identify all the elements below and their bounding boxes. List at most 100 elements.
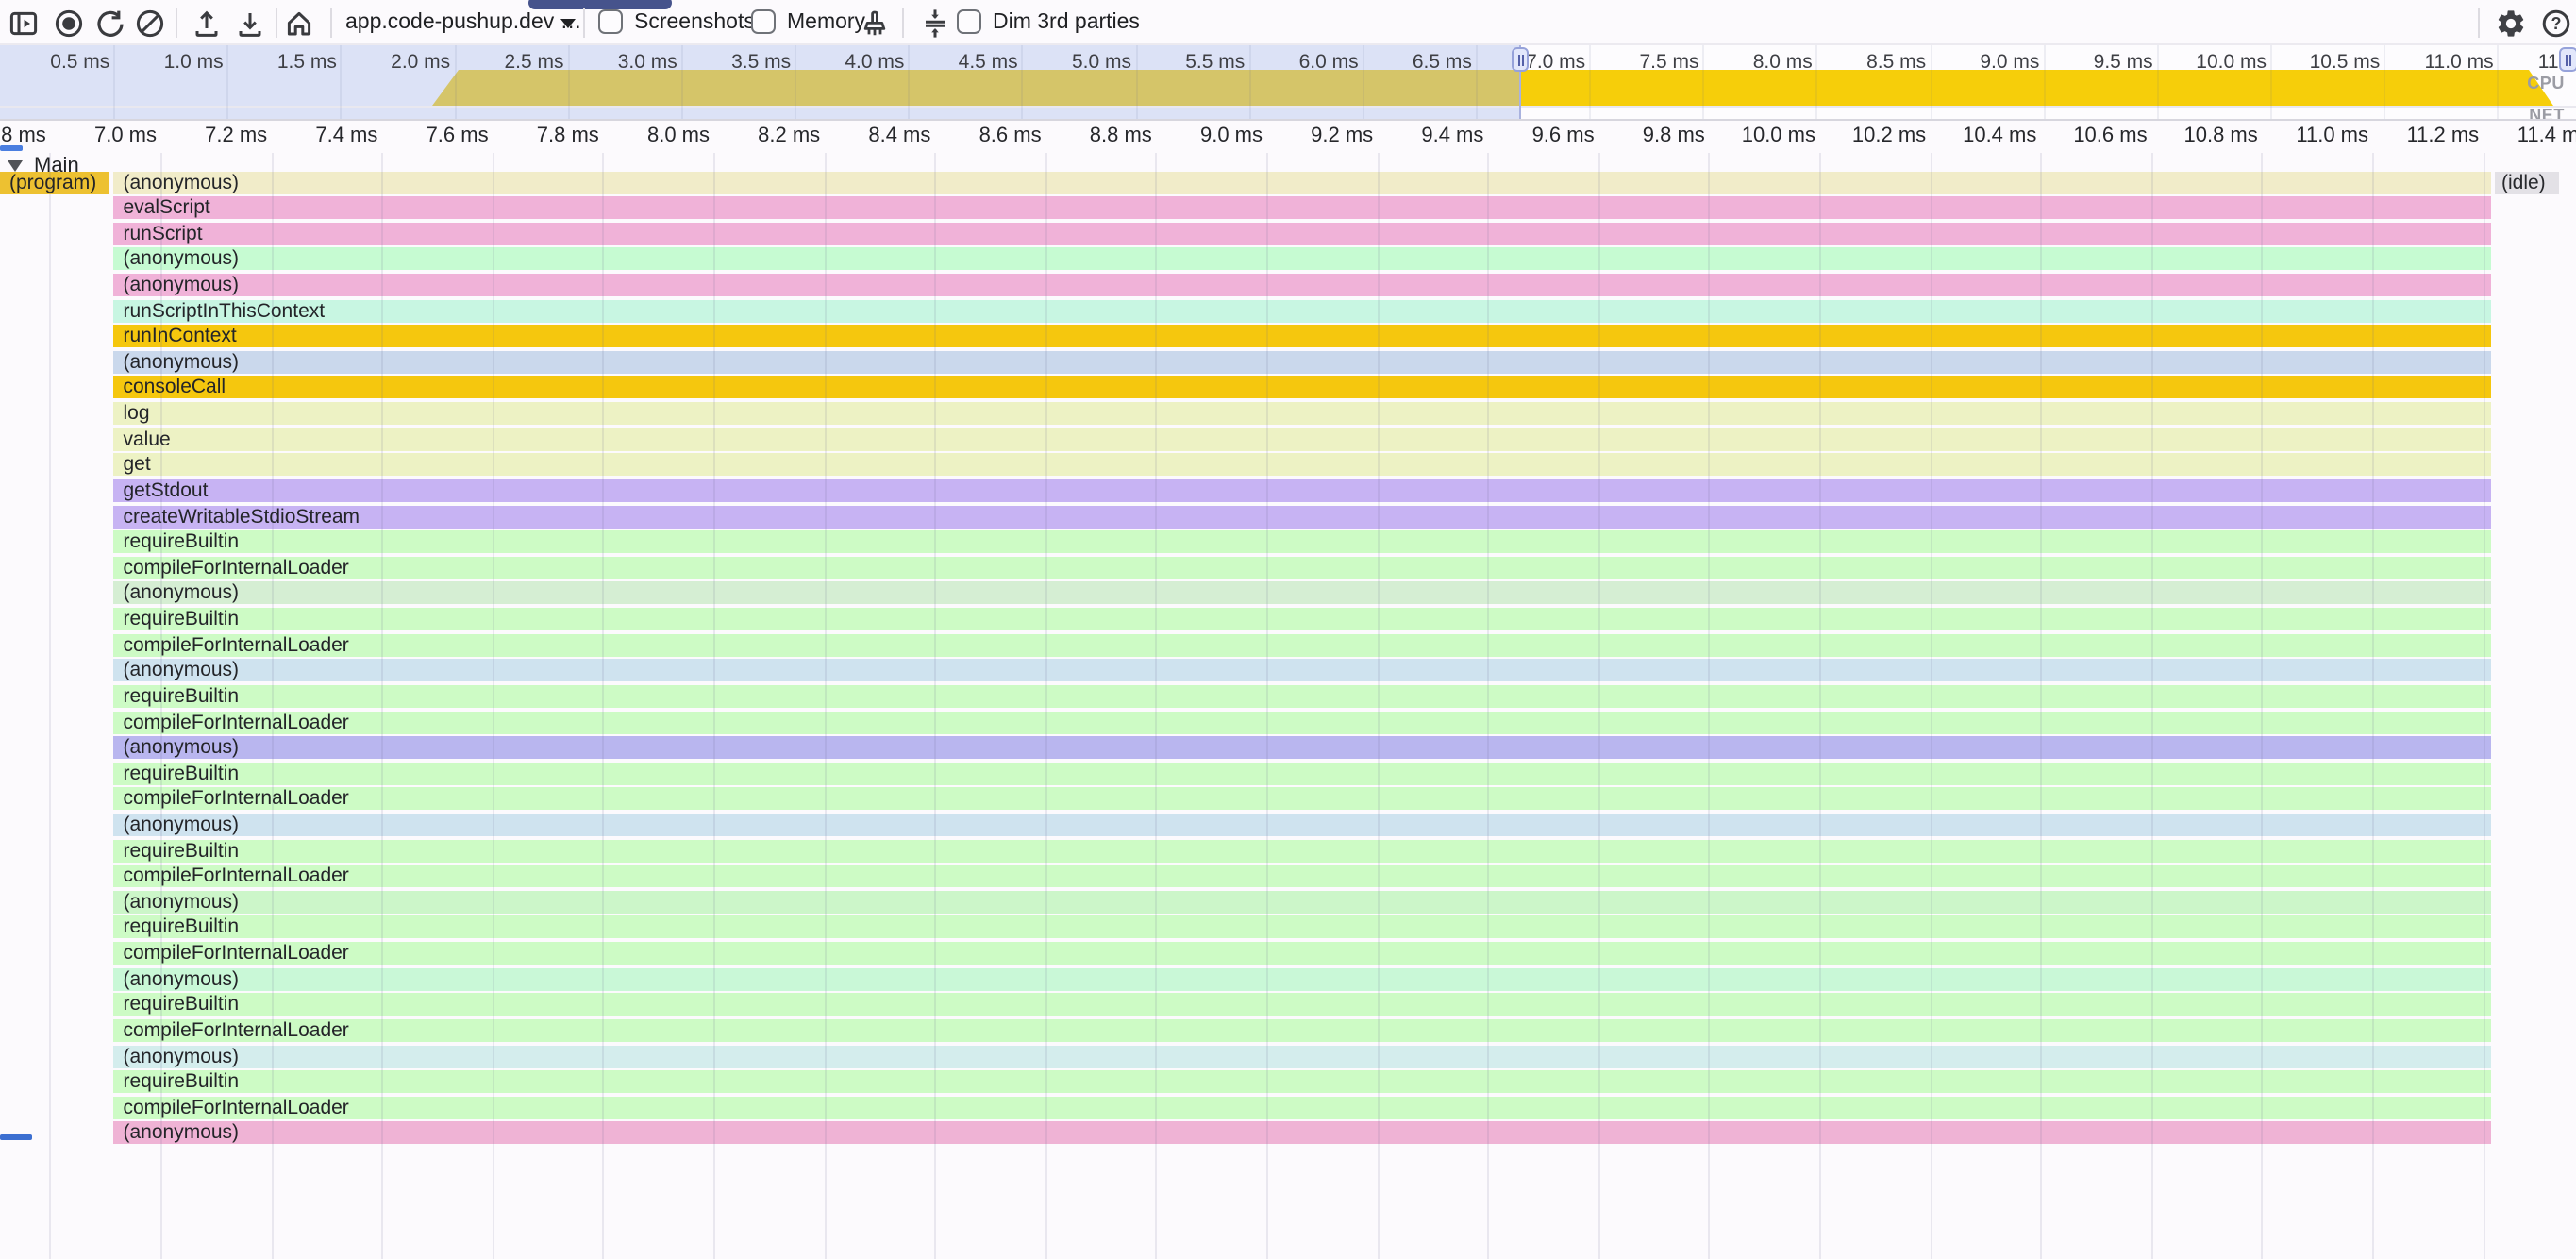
flame-bar-compileforinternalloader[interactable]: compileForInternalLoader [114, 1019, 2492, 1042]
ruler-tick-label: 9.2 ms [1260, 125, 1373, 147]
live-metrics-button[interactable] [281, 6, 315, 40]
screenshots-checkbox-label: Screenshots [634, 11, 755, 34]
ruler-tick-label: 10.8 ms [2145, 125, 2258, 147]
main-flame-chart[interactable]: Main (program)(anonymous)(idle)evalScrip… [0, 153, 2576, 1259]
flame-bar-compileforinternalloader[interactable]: compileForInternalLoader [114, 557, 2492, 579]
screenshots-checkbox[interactable] [598, 9, 623, 34]
flame-bar-requirebuiltin[interactable]: requireBuiltin [114, 608, 2492, 630]
overview-tick-label: 11.0 ms [2381, 51, 2494, 74]
flame-bar-evalscript[interactable]: evalScript [114, 196, 2492, 219]
main-track-header[interactable]: Main [0, 155, 79, 177]
flame-bar-runscriptinthiscontext[interactable]: runScriptInThisContext [114, 299, 2492, 322]
svg-text:?: ? [2551, 13, 2561, 32]
overview-tick-label: 8.0 ms [1699, 51, 1813, 74]
net-track-label: NET [2489, 106, 2565, 121]
flame-bar-requirebuiltin[interactable]: requireBuiltin [114, 530, 2492, 553]
page-selector[interactable]: app.code-pushup.dev … [345, 11, 582, 34]
home-icon [282, 7, 314, 39]
ruler-tick-label: 10.6 ms [2034, 125, 2148, 147]
help-button[interactable]: ? [2538, 6, 2572, 40]
overview-tick-label: 2.5 ms [451, 51, 564, 74]
record-button[interactable] [52, 6, 86, 40]
flame-bar-createwritablestdiostream[interactable]: createWritableStdioStream [114, 505, 2492, 528]
toolbar-divider [175, 8, 176, 38]
ruler-tick-label: 9.0 ms [1149, 125, 1263, 147]
flame-bar-anonymous[interactable]: (anonymous) [114, 171, 2492, 193]
flame-bar-anonymous[interactable]: (anonymous) [114, 1045, 2492, 1067]
flame-bar-getstdout[interactable]: getStdout [114, 479, 2492, 502]
flame-bar-compileforinternalloader[interactable]: compileForInternalLoader [114, 865, 2492, 887]
ruler-tick-label: 9.8 ms [1592, 125, 1705, 147]
flame-bar-idle[interactable]: (idle) [2494, 171, 2558, 193]
collapse-tracks-button[interactable] [917, 6, 951, 40]
flame-left-edge-marker [0, 1134, 32, 1140]
ruler-tick-label: 10.4 ms [1923, 125, 2036, 147]
sidebar-toggle-button[interactable] [6, 6, 40, 40]
selection-left-handle[interactable] [1512, 47, 1529, 72]
toolbar-divider [330, 8, 332, 38]
selection-right-handle[interactable] [2559, 47, 2576, 72]
ruler-tick-label: 7.8 ms [486, 125, 599, 147]
garbage-collect-button[interactable] [857, 6, 891, 40]
ruler-tick-label: 8.4 ms [817, 125, 930, 147]
ruler-tick-label: 8.2 ms [707, 125, 820, 147]
ruler-tick-label: 10.2 ms [1813, 125, 1926, 147]
flame-bar-compileforinternalloader[interactable]: compileForInternalLoader [114, 711, 2492, 733]
flame-bar-compileforinternalloader[interactable]: compileForInternalLoader [114, 942, 2492, 965]
flame-bar-compileforinternalloader[interactable]: compileForInternalLoader [114, 788, 2492, 811]
flame-bar-requirebuiltin[interactable]: requireBuiltin [114, 685, 2492, 708]
overview-tick-label: 1.0 ms [110, 51, 224, 74]
flame-bar-log[interactable]: log [114, 402, 2492, 425]
flame-bar-get[interactable]: get [114, 454, 2492, 477]
flame-bar-anonymous[interactable]: (anonymous) [114, 891, 2492, 914]
toolbar-divider [2478, 8, 2480, 38]
flame-bar-anonymous[interactable]: (anonymous) [114, 274, 2492, 296]
flame-bar-consolecall[interactable]: consoleCall [114, 377, 2492, 399]
toolbar-divider [902, 8, 904, 38]
flame-bar-compileforinternalloader[interactable]: compileForInternalLoader [114, 1097, 2492, 1119]
flame-bar-anonymous[interactable]: (anonymous) [114, 736, 2492, 759]
flame-bar-requirebuiltin[interactable]: requireBuiltin [114, 916, 2492, 939]
overview-cpu-band-selected [1519, 70, 2553, 106]
memory-checkbox[interactable] [751, 9, 776, 34]
grid-line [50, 153, 52, 1259]
settings-button[interactable] [2493, 6, 2527, 40]
record-and-reload-button[interactable] [92, 6, 126, 40]
overview-tick-label: 10.0 ms [2153, 51, 2267, 74]
toolbar-divider [275, 8, 276, 38]
dim-3rd-parties-checkbox[interactable] [957, 9, 981, 34]
flame-bar-requirebuiltin[interactable]: requireBuiltin [114, 1070, 2492, 1093]
cpu-track-label: CPU [2489, 74, 2565, 92]
flame-bar-anonymous[interactable]: (anonymous) [114, 660, 2492, 682]
clear-button[interactable] [132, 6, 166, 40]
flame-bar-requirebuiltin[interactable]: requireBuiltin [114, 994, 2492, 1016]
overview-tick-label: 8.5 ms [1813, 51, 1926, 74]
flame-bar-anonymous[interactable]: (anonymous) [114, 248, 2492, 271]
overview-tick-label: 7.5 ms [1586, 51, 1699, 74]
overview-tick-label: 9.5 ms [2040, 51, 2153, 74]
overview-tick-label: 0.5 ms [0, 51, 109, 74]
ruler-tick-label: 7.0 ms [43, 125, 157, 147]
flame-bar-anonymous[interactable]: (anonymous) [114, 1122, 2492, 1145]
flame-bar-compileforinternalloader[interactable]: compileForInternalLoader [114, 633, 2492, 656]
overview-tick-label: 2.0 ms [337, 51, 450, 74]
flame-bar-value[interactable]: value [114, 428, 2492, 450]
triangle-down-icon [8, 160, 23, 172]
record-icon [53, 7, 85, 39]
grip-dashes-icon [1517, 54, 1523, 65]
load-profile-button[interactable] [189, 6, 223, 40]
flame-bar-anonymous[interactable]: (anonymous) [114, 582, 2492, 605]
ruler-tick-label: 9.4 ms [1370, 125, 1483, 147]
flame-bar-anonymous[interactable]: (anonymous) [114, 351, 2492, 374]
ruler-progress-dash [0, 145, 23, 150]
ruler-tick-label: 8.6 ms [928, 125, 1042, 147]
flame-bar-requirebuiltin[interactable]: requireBuiltin [114, 763, 2492, 785]
gear-icon [2494, 7, 2526, 39]
flame-bar-anonymous[interactable]: (anonymous) [114, 814, 2492, 836]
flame-bar-runincontext[interactable]: runInContext [114, 325, 2492, 347]
flame-bar-runscript[interactable]: runScript [114, 222, 2492, 244]
flame-bar-requirebuiltin[interactable]: requireBuiltin [114, 839, 2492, 862]
timeline-overview[interactable]: 0.5 ms1.0 ms1.5 ms2.0 ms2.5 ms3.0 ms3.5 … [0, 45, 2576, 121]
flame-bar-anonymous[interactable]: (anonymous) [114, 967, 2492, 990]
save-profile-button[interactable] [232, 6, 266, 40]
